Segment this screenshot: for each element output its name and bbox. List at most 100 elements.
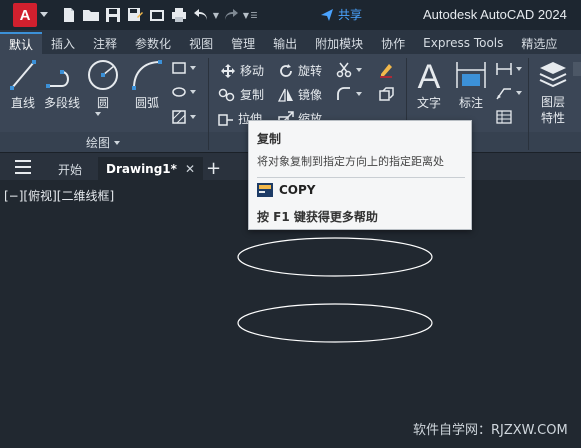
- command-name: COPY: [279, 183, 316, 197]
- tab-home[interactable]: 默认: [0, 32, 43, 54]
- trim-button[interactable]: [336, 62, 362, 78]
- redo-icon[interactable]: [220, 4, 242, 26]
- rotate-icon: [280, 63, 292, 77]
- print-icon[interactable]: [168, 4, 190, 26]
- tab-view[interactable]: 视图: [180, 32, 222, 54]
- web-mobile-icon[interactable]: [146, 4, 168, 26]
- tab-addins[interactable]: 附加模块: [306, 32, 372, 54]
- hatch-button[interactable]: [172, 110, 196, 124]
- chevron-down-icon[interactable]: [40, 12, 48, 17]
- ellipse-icon: [172, 87, 186, 97]
- explode-icon: [379, 87, 394, 101]
- scissors-icon: [336, 62, 352, 78]
- copy-button[interactable]: 复制: [218, 86, 264, 103]
- circle-label: 圆: [96, 96, 109, 110]
- text-tool-button[interactable]: A 文字: [414, 58, 444, 111]
- eraser-icon: [380, 64, 392, 78]
- polyline-tool-button[interactable]: 多段线: [44, 58, 80, 111]
- dimension-tool-button[interactable]: 标注: [454, 58, 488, 111]
- customize-qat-icon[interactable]: ☰: [250, 4, 258, 26]
- arc-label: 圆弧: [134, 96, 159, 110]
- dimension-icon: [456, 62, 486, 88]
- layer-properties-label: 图层特性: [540, 95, 565, 125]
- svg-text:A: A: [418, 58, 441, 92]
- tooltip-divider: [257, 177, 465, 178]
- mirror-label: 镜像: [298, 88, 323, 102]
- layer-control-icon[interactable]: [573, 62, 581, 76]
- command-line-icon: [257, 183, 273, 197]
- rotate-label: 旋转: [298, 64, 323, 78]
- autocad-logo-button[interactable]: A: [13, 3, 37, 27]
- circle-dropdown-icon[interactable]: [95, 112, 101, 116]
- layer-properties-button[interactable]: 图层特性: [536, 58, 570, 126]
- redo-dropdown-icon[interactable]: ▼: [242, 4, 250, 26]
- move-button[interactable]: 移动: [220, 62, 264, 79]
- ellipse-button[interactable]: [172, 86, 196, 98]
- menu-icon[interactable]: [15, 160, 31, 174]
- hatch-icon: [172, 110, 186, 124]
- fillet-icon: [337, 87, 350, 100]
- move-icon: [221, 63, 235, 78]
- undo-dropdown-icon[interactable]: ▼: [212, 4, 220, 26]
- stretch-icon: [218, 113, 233, 126]
- linear-dimension-button[interactable]: [496, 62, 522, 76]
- leader-button[interactable]: [496, 86, 522, 100]
- open-folder-icon[interactable]: [80, 4, 102, 26]
- tooltip-help: 按 F1 键获得更多帮助: [257, 210, 378, 224]
- polyline-label: 多段线: [44, 96, 81, 110]
- tab-start[interactable]: 开始: [58, 157, 82, 181]
- tooltip-description: 将对象复制到指定方向上的指定距离处: [257, 155, 444, 168]
- tab-drawing1[interactable]: Drawing1* ✕: [98, 157, 203, 181]
- tab-output[interactable]: 输出: [264, 32, 306, 54]
- fillet-button[interactable]: [336, 86, 362, 102]
- save-icon[interactable]: [102, 4, 124, 26]
- copy-icon: [218, 88, 235, 101]
- circle-icon: [88, 60, 118, 90]
- polyline-icon: [46, 70, 69, 88]
- tab-annotate[interactable]: 注释: [84, 32, 126, 54]
- text-tool-label: 文字: [416, 96, 441, 110]
- tab-express-tools[interactable]: Express Tools: [414, 32, 512, 54]
- erase-button[interactable]: [378, 62, 394, 78]
- share-label: 共享: [338, 8, 363, 22]
- add-tab-icon[interactable]: +: [206, 158, 221, 179]
- draw-panel-title[interactable]: 绘图: [86, 134, 121, 151]
- panel-divider: [208, 58, 209, 150]
- dimension-label: 标注: [458, 96, 483, 110]
- arc-icon: [132, 60, 162, 90]
- close-icon[interactable]: ✕: [185, 162, 195, 176]
- mirror-button[interactable]: 镜像: [278, 86, 322, 103]
- tooltip-title: 复制: [257, 132, 282, 146]
- tab-collaborate[interactable]: 协作: [372, 32, 414, 54]
- drawing-tab-label: Drawing1*: [106, 162, 177, 176]
- tab-featured-apps[interactable]: 精选应: [512, 32, 566, 54]
- rectangle-icon: [172, 62, 186, 74]
- drawn-ellipse-bottom[interactable]: [237, 303, 433, 343]
- rectangle-button[interactable]: [172, 62, 196, 74]
- quick-access-toolbar: ▼ ▼ ☰: [58, 4, 258, 26]
- explode-button[interactable]: [378, 86, 394, 102]
- arc-tool-button[interactable]: 圆弧: [130, 58, 164, 111]
- save-as-icon[interactable]: [124, 4, 146, 26]
- title-bar: A ▼ ▼ ☰ 共享 Autodesk AutoCAD 2024: [0, 0, 581, 30]
- rotate-button[interactable]: 旋转: [278, 62, 322, 79]
- tooltip-command: COPY: [257, 183, 316, 197]
- tab-parametric[interactable]: 参数化: [126, 32, 180, 54]
- share-button[interactable]: 共享: [320, 6, 362, 23]
- undo-icon[interactable]: [190, 4, 212, 26]
- new-file-icon[interactable]: [58, 4, 80, 26]
- leader-icon: [496, 88, 511, 100]
- circle-tool-button[interactable]: 圆: [86, 58, 120, 111]
- drawn-ellipse-top[interactable]: [237, 237, 433, 277]
- tab-insert[interactable]: 插入: [42, 32, 84, 54]
- line-label: 直线: [10, 96, 35, 110]
- share-icon: [321, 8, 333, 21]
- tab-manage[interactable]: 管理: [222, 32, 264, 54]
- table-icon: [496, 110, 512, 124]
- watermark-text: 软件自学网：RJZXW.COM: [413, 423, 568, 438]
- window-title: Autodesk AutoCAD 2024: [423, 7, 567, 22]
- line-tool-button[interactable]: 直线: [8, 58, 38, 111]
- copy-label: 复制: [240, 88, 265, 102]
- table-button[interactable]: [496, 110, 512, 124]
- viewport-controls[interactable]: [−][俯视][二维线框]: [4, 187, 114, 204]
